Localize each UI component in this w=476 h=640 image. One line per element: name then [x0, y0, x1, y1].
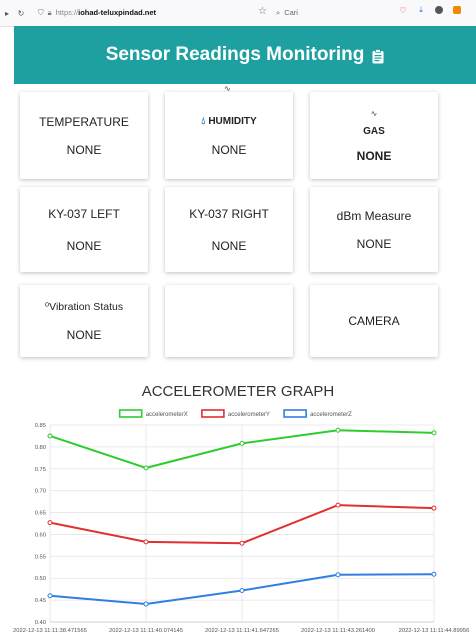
address-bar[interactable]: ⛉ 🔒︎ https://iohad-teluxpindad.net — [38, 4, 253, 21]
card-value: NONE — [66, 328, 102, 342]
lock-icon: 🔒︎ — [47, 7, 52, 17]
card-value: NONE — [211, 238, 247, 253]
data-point-accelerometerX — [143, 465, 149, 471]
account-icon[interactable] — [434, 5, 444, 15]
data-point-accelerometerX — [239, 440, 245, 446]
water-drop-icon: 💧︎ — [201, 115, 206, 127]
y-tick-label: 0.50 — [35, 576, 46, 582]
clipboard-icon — [372, 48, 384, 63]
page-header: Sensor Readings Monitoring — [14, 26, 476, 84]
temperature-card: TEMPERATURE NONE — [20, 92, 148, 179]
y-tick-label: 0.85 — [35, 423, 46, 429]
gas-card: ∿ GAS NONE — [310, 92, 438, 179]
x-tick-label: 2022-12-13 11:11:40.074145 — [109, 628, 183, 634]
data-point-accelerometerZ — [143, 601, 149, 607]
legend-swatch — [283, 409, 307, 418]
data-point-accelerometerY — [431, 505, 437, 511]
card-value: NONE — [66, 238, 102, 253]
legend-label: accelerometerX — [146, 412, 188, 418]
y-tick-label: 0.75 — [35, 467, 46, 473]
ky037-left-card: KY-037 LEFT NONE — [20, 187, 148, 272]
y-tick-label: 0.40 — [35, 620, 46, 626]
data-point-accelerometerY — [239, 540, 245, 546]
x-tick-label: 2022-12-13 11:11:38.471565 — [13, 628, 87, 634]
data-point-accelerometerY — [335, 502, 341, 508]
extension-icon[interactable] — [452, 5, 462, 15]
pocket-icon[interactable]: ♡ — [398, 5, 408, 15]
data-point-accelerometerY — [143, 539, 149, 545]
browser-toolbar: ▸ ↻ ⛉ 🔒︎ https://iohad-teluxpindad.net ☆… — [0, 0, 476, 27]
data-point-accelerometerZ — [47, 593, 53, 599]
chart-title: ACCELEROMETER GRAPH — [141, 383, 335, 400]
x-tick-label: 2022-12-13 11:11:43.261400 — [301, 628, 375, 634]
data-point-accelerometerX — [431, 430, 437, 436]
ky037-right-card: KY-037 RIGHT NONE — [165, 187, 293, 272]
data-point-accelerometerZ — [239, 587, 245, 593]
url-host: iohad-teluxpindad.net — [78, 8, 157, 17]
card-value: NONE — [356, 236, 392, 251]
card-title: KY-037 LEFT — [48, 206, 120, 221]
page-title: Sensor Readings Monitoring — [105, 44, 365, 65]
legend-label: accelerometerY — [228, 412, 270, 418]
shield-icon: ⛉ — [38, 7, 44, 17]
dbm-measure-card: dBm Measure NONE — [310, 187, 438, 272]
y-tick-label: 0.65 — [35, 511, 46, 517]
card-title: HUMIDITY — [208, 115, 257, 127]
y-tick-label: 0.60 — [35, 532, 46, 538]
download-icon[interactable]: ⤓ — [416, 5, 426, 15]
humidity-card: 💧︎ HUMIDITY NONE — [165, 92, 293, 179]
data-point-accelerometerX — [47, 433, 53, 439]
card-title: dBm Measure — [336, 208, 412, 223]
legend-label: accelerometerZ — [310, 412, 352, 418]
y-tick-label: 0.70 — [35, 489, 46, 495]
data-point-accelerometerZ — [431, 571, 437, 577]
data-point-accelerometerY — [47, 520, 53, 526]
x-tick-label: 2022-12-13 11:11:44.89956 — [399, 628, 470, 634]
legend-swatch — [201, 409, 225, 418]
camera-card[interactable]: CAMERA — [310, 285, 438, 357]
search-input[interactable]: ⌕ Cari — [276, 4, 386, 21]
card-value: NONE — [356, 148, 392, 163]
accelerometer-chart: 0.85 0.80 0.75 0.70 0.65 0.60 0.55 0.50 0.45 0.40… — [13, 409, 470, 634]
card-title: GAS — [363, 125, 385, 137]
x-tick-label: 2022-12-13 11:11:41.647265 — [205, 628, 279, 634]
data-point-accelerometerZ — [335, 572, 341, 578]
empty-card — [165, 285, 293, 357]
data-point-accelerometerX — [335, 427, 341, 433]
bookmark-star-icon[interactable]: ☆ — [258, 6, 267, 17]
card-title: KY-037 RIGHT — [189, 206, 269, 221]
pulse-icon: ∿ — [370, 108, 378, 118]
search-icon: ⌕ — [276, 7, 281, 17]
card-value: NONE — [211, 142, 247, 157]
card-title: CAMERA — [348, 314, 400, 328]
y-tick-label: 0.45 — [35, 598, 46, 604]
card-title: TEMPERATURE — [39, 114, 129, 129]
forward-icon[interactable]: ▸ — [0, 6, 14, 20]
card-value: NONE — [66, 142, 102, 157]
url-protocol: https:// — [55, 8, 79, 17]
vibration-card: ⁰Vibration Status NONE — [20, 285, 148, 357]
card-title: Vibration Status — [49, 301, 124, 313]
search-placeholder: Cari — [284, 8, 298, 17]
y-tick-label: 0.55 — [35, 554, 46, 560]
y-tick-label: 0.80 — [35, 445, 46, 451]
reload-icon[interactable]: ↻ — [14, 6, 28, 20]
legend-swatch — [118, 409, 143, 418]
